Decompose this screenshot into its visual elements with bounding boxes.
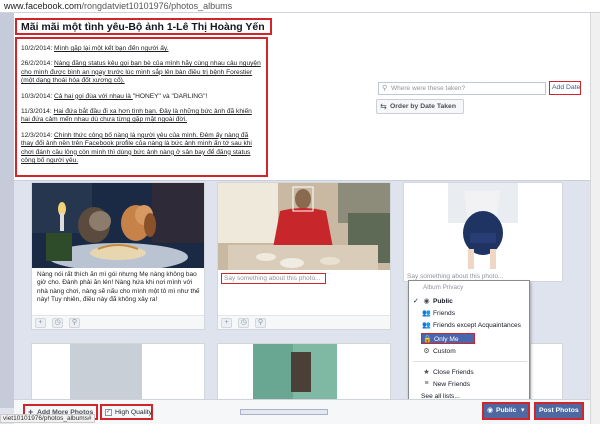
caption-placeholder-3[interactable]: Say something about this photo...: [407, 273, 503, 280]
album-title-text: Mãi mãi một tình yêu-Bộ ảnh 1-Lê Thị Hoà…: [21, 21, 265, 33]
globe-icon: ◉: [487, 407, 494, 414]
album-description-textarea[interactable]: 10/2/2014: Mình gặp lại một kết bạn đến …: [15, 37, 268, 177]
gear-icon: ⚙: [423, 348, 430, 355]
privacy-option-friends[interactable]: 👥 Friends: [409, 308, 529, 319]
description-text: Nàng đăng status kêu gọi bạn bè của mình…: [21, 60, 261, 85]
globe-icon: ◉: [423, 298, 430, 305]
photo-tools-2: + ◷ ⚲: [218, 315, 390, 329]
description-paragraph: 10/3/2014: Cả hai gọi đùa với nhau là "H…: [21, 93, 262, 101]
photo-card-1: Nàng nói rất thích ăn mì gói nhưng Mẹ nà…: [31, 182, 205, 330]
upload-progress-bar: [240, 409, 328, 415]
photo-5[interactable]: [253, 344, 337, 402]
photo-card-3: Say something about this photo...: [403, 182, 563, 282]
photo-cartoon-dogs-spaghetti[interactable]: [32, 183, 204, 268]
description-text: Chính thức công bố nàng là người yêu của…: [21, 131, 252, 165]
photo-card-5: [217, 343, 391, 403]
caption-placeholder-2: Say something about this photo...: [224, 275, 321, 282]
location-input[interactable]: ⚲ Where were these taken?: [378, 82, 546, 95]
location-placeholder: Where were these taken?: [391, 85, 466, 92]
address-bar-text: www.facebook.com/rongdatviet10101976/pho…: [4, 1, 232, 11]
tag-person-icon[interactable]: +: [221, 318, 232, 328]
privacy-button-label: Public: [496, 407, 517, 414]
list-icon: ≡: [424, 380, 429, 387]
add-date-label: Add Date: [552, 84, 581, 91]
description-text: Mình gặp lại một kết bạn đến người ấy.: [54, 45, 169, 52]
browser-address-bar[interactable]: www.facebook.com/rongdatviet10101976/pho…: [0, 0, 600, 13]
album-title-input[interactable]: Mãi mãi một tình yêu-Bộ ảnh 1-Lê Thị Hoà…: [15, 18, 272, 35]
description-text: 12/3/2014:: [21, 131, 54, 139]
privacy-option-custom[interactable]: ⚙ Custom: [409, 346, 529, 357]
chevron-down-icon: ▾: [521, 407, 525, 414]
checkbox-icon: ✓: [105, 409, 112, 416]
post-photos-label: Post Photos: [539, 407, 579, 414]
photo-man-eating[interactable]: [218, 183, 390, 270]
clock-icon[interactable]: ◷: [238, 318, 249, 328]
star-list-icon: ★: [423, 369, 430, 376]
high-quality-label: High Quality: [115, 409, 153, 416]
photo-card-2: Say something about this photo... + ◷ ⚲: [217, 182, 391, 330]
album-privacy-button[interactable]: ◉ Public ▾: [482, 402, 530, 420]
tag-person-icon[interactable]: +: [35, 318, 46, 328]
album-privacy-menu: Album Privacy ✓ ◉ Public 👥 Friends 👥 Fri…: [408, 280, 530, 406]
location-icon[interactable]: ⚲: [255, 318, 266, 328]
add-date-link[interactable]: Add Date: [549, 81, 581, 95]
location-icon[interactable]: ⚲: [69, 318, 80, 328]
description-text: 26/2/2014:: [21, 60, 54, 68]
sort-icon: ⇆: [380, 102, 387, 111]
status-bar-url: viet10101976/photos_albums#: [0, 414, 95, 423]
privacy-option-public[interactable]: ✓ ◉ Public: [409, 296, 529, 307]
photo-person-with-backpack[interactable]: [404, 183, 562, 270]
friends-except-icon: 👥: [422, 322, 431, 329]
photo-card-4: [31, 343, 205, 403]
description-paragraph: 26/2/2014: Nàng đăng status kêu gọi bạn …: [21, 60, 262, 85]
description-text: 10/2/2014:: [21, 45, 54, 52]
privacy-option-friends-except-acquaintances[interactable]: 👥 Friends except Acquaintances: [409, 320, 529, 331]
privacy-menu-header: Album Privacy: [423, 284, 464, 291]
url-domain: www.facebook.com: [4, 1, 82, 11]
order-by-date-button[interactable]: ⇆ Order by Date Taken: [376, 99, 464, 114]
menu-divider: [413, 361, 527, 362]
photo-4[interactable]: [70, 344, 142, 402]
high-quality-checkbox[interactable]: ✓ High Quality: [100, 404, 153, 420]
privacy-option-close-friends[interactable]: ★ Close Friends: [409, 367, 529, 378]
order-by-date-label: Order by Date Taken: [390, 103, 456, 110]
description-text: Hai đứa bắt đầu đi xa hơn tình bạn. Đây …: [21, 108, 252, 124]
description-paragraph: 12/3/2014: Chính thức công bố nàng là ng…: [21, 132, 262, 166]
photo-tools-1: + ◷ ⚲: [32, 315, 204, 329]
scrollbar[interactable]: [590, 13, 600, 424]
description-text: Cả hai gọi đùa với nhau là: [54, 92, 133, 100]
photo-card-6: [530, 343, 563, 403]
description-text: 11/3/2014:: [21, 108, 54, 116]
left-page-strip: [0, 13, 14, 408]
privacy-option-only-me[interactable]: 🔒 Only Me: [421, 333, 475, 344]
privacy-option-new-friends[interactable]: ≡ New Friends: [409, 379, 529, 390]
lock-icon: 🔒: [423, 336, 432, 343]
description-paragraph: 10/2/2014: Mình gặp lại một kết bạn đến …: [21, 45, 262, 53]
photo-caption-input-2[interactable]: Say something about this photo...: [221, 273, 326, 284]
friends-icon: 👥: [422, 310, 431, 317]
description-text: 10/3/2014:: [21, 92, 54, 100]
description-text: "HONEY" và "DARLING"!: [132, 92, 208, 100]
map-pin-icon: ⚲: [382, 85, 388, 92]
photo-caption-1[interactable]: Nàng nói rất thích ăn mì gói nhưng Mẹ nà…: [37, 271, 201, 305]
description-paragraph: 11/3/2014: Hai đứa bắt đầu đi xa hơn tìn…: [21, 108, 262, 125]
checkmark-icon: ✓: [413, 298, 419, 305]
url-path: /rongdatviet10101976/photos_albums: [81, 1, 233, 11]
clock-icon[interactable]: ◷: [52, 318, 63, 328]
post-photos-button[interactable]: Post Photos: [534, 402, 584, 420]
